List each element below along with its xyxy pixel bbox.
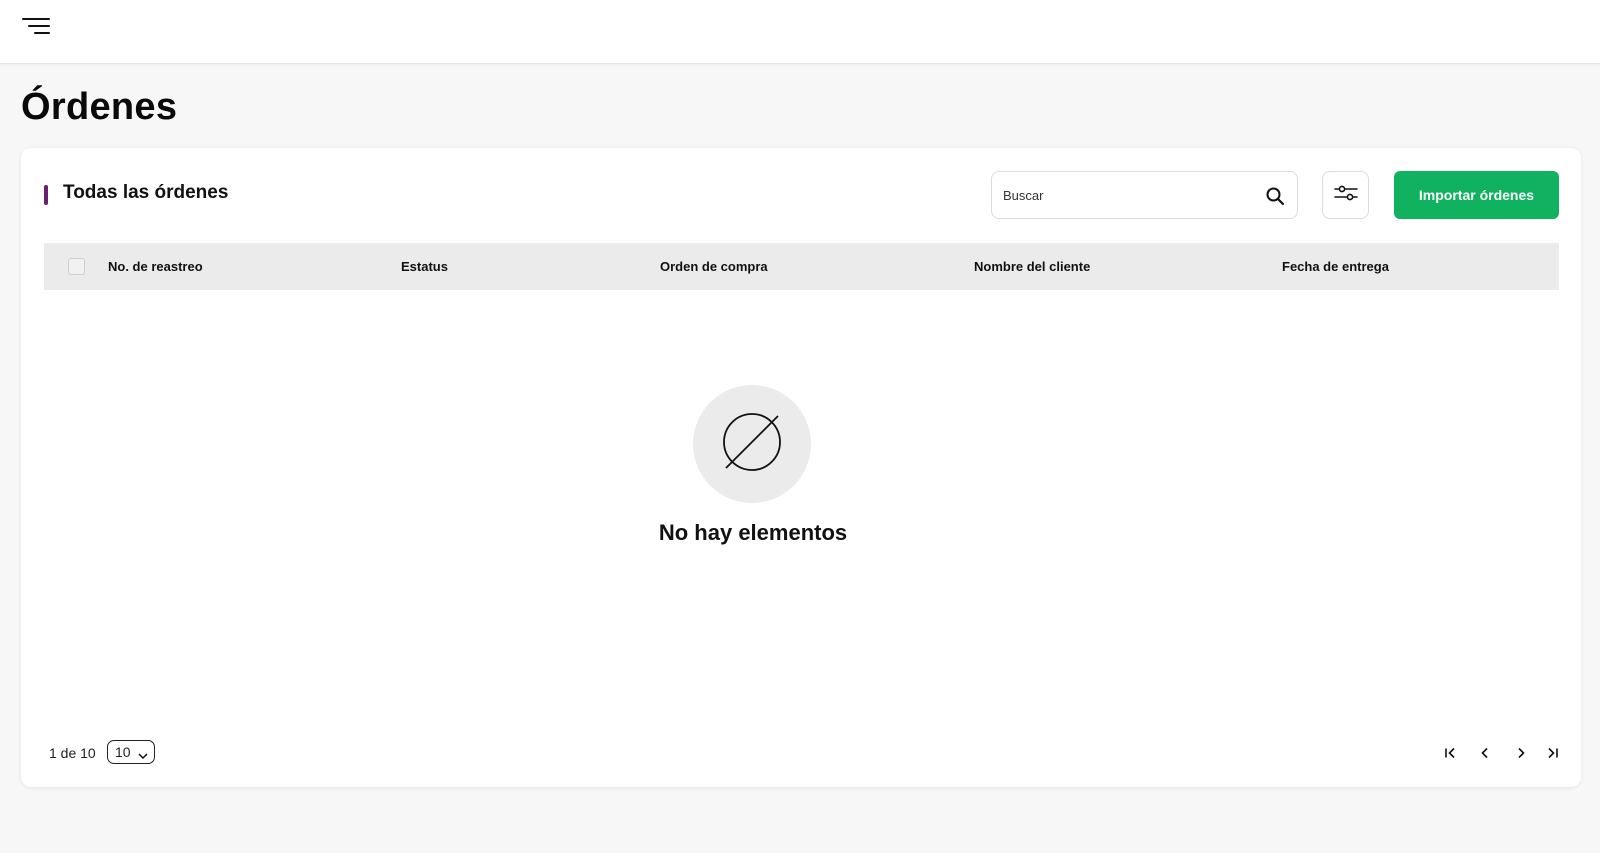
- filter-button[interactable]: [1322, 171, 1369, 219]
- search-box: [991, 171, 1298, 219]
- table-header: No. de reastreo Estatus Orden de compra …: [44, 243, 1559, 290]
- page-title: Órdenes: [21, 86, 178, 128]
- orders-card: Todas las órdenes Importar órdenes No. d…: [21, 148, 1581, 787]
- pagination-info: 1 de 10: [49, 745, 96, 761]
- title-accent-bar: [44, 185, 48, 205]
- page-size-select[interactable]: 10: [107, 740, 155, 764]
- prev-page-icon[interactable]: [1474, 742, 1496, 764]
- empty-state-message: No hay elementos: [658, 520, 848, 545]
- first-page-icon[interactable]: [1439, 742, 1461, 764]
- column-header-purchase-order[interactable]: Orden de compra: [660, 259, 768, 274]
- empty-set-icon: [720, 410, 784, 479]
- column-header-client-name[interactable]: Nombre del cliente: [974, 259, 1090, 274]
- last-page-icon[interactable]: [1542, 742, 1564, 764]
- search-input[interactable]: [1003, 187, 1253, 203]
- top-bar: [0, 0, 1600, 64]
- column-header-status[interactable]: Estatus: [401, 259, 448, 274]
- sliders-icon: [1333, 183, 1359, 208]
- empty-state-badge: [693, 385, 811, 503]
- page-size-value: 10: [115, 744, 131, 760]
- next-page-icon[interactable]: [1510, 742, 1532, 764]
- chevron-down-icon: [138, 747, 148, 763]
- column-header-delivery-date[interactable]: Fecha de entrega: [1282, 259, 1389, 274]
- select-all-checkbox[interactable]: [68, 258, 85, 275]
- menu-lines-icon[interactable]: [18, 12, 54, 42]
- import-orders-button[interactable]: Importar órdenes: [1394, 171, 1559, 219]
- card-title: Todas las órdenes: [63, 182, 229, 203]
- column-header-tracking[interactable]: No. de reastreo: [108, 259, 203, 274]
- search-icon[interactable]: [1265, 186, 1285, 206]
